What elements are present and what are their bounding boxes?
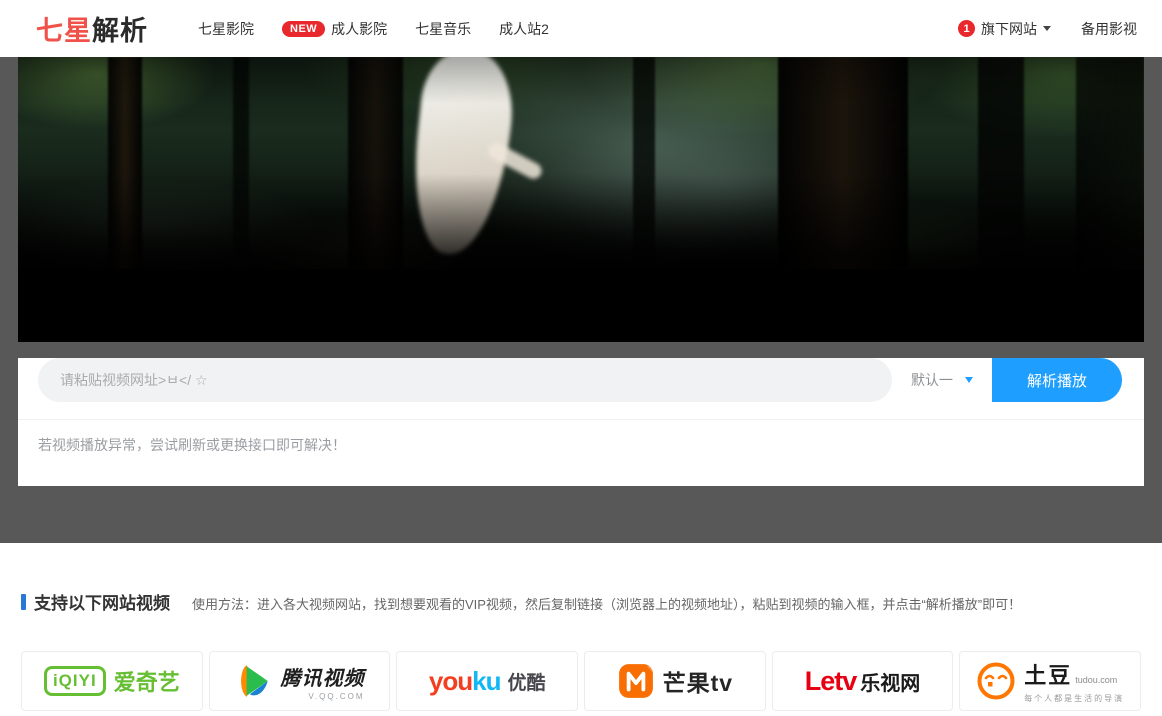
tencent-video-domain-text: V.QQ.COM	[308, 692, 364, 701]
tudou-domain-text: tudou.com	[1075, 675, 1117, 685]
playback-tip-text: 若视频播放异常，尝试刷新或更换接口即可解决！	[18, 420, 1144, 455]
nav-item-qixing-music[interactable]: 七星音乐	[415, 19, 471, 39]
nav-item-adult-site2[interactable]: 成人站2	[499, 19, 549, 39]
tree-trunk	[233, 57, 249, 269]
letv-logo-text: 乐视网	[860, 667, 920, 696]
iqiyi-logo-text: 爱奇艺	[114, 665, 180, 697]
parse-card: 默认一 解析播放 若视频播放异常，尝试刷新或更换接口即可解决！	[18, 358, 1144, 486]
backup-site-link[interactable]: 备用影视	[1081, 19, 1137, 39]
site-card-letv[interactable]: Letv 乐视网	[772, 651, 954, 711]
white-robed-figure-arm	[486, 140, 545, 181]
letv-wordmark: Letv	[805, 666, 857, 697]
tree-trunk	[108, 57, 142, 269]
nav-item-qixing-cinema[interactable]: 七星影院	[198, 19, 254, 39]
site-card-iqiyi[interactable]: iQIYI 爱奇艺	[21, 651, 203, 711]
header-right: 1 旗下网站 备用影视	[928, 19, 1137, 39]
nav-label: 成人影院	[331, 19, 387, 39]
parse-play-button[interactable]: 解析播放	[992, 358, 1122, 402]
site-card-mgtv[interactable]: 芒果tv	[584, 651, 766, 711]
nav-item-adult-cinema[interactable]: NEW 成人影院	[282, 19, 387, 39]
new-badge: NEW	[282, 21, 325, 37]
tree-trunk	[978, 57, 1024, 269]
video-frame-forest-scene	[18, 57, 1144, 269]
tencent-video-logo-text: 腾讯视频	[281, 662, 365, 691]
section-title: 支持以下网站视频	[34, 589, 170, 614]
tree-trunk	[348, 57, 403, 269]
notification-count-badge: 1	[958, 20, 975, 37]
mgtv-logo-icon	[617, 662, 655, 700]
mgtv-logo-text: 芒果tv	[663, 664, 733, 698]
white-robed-figure	[405, 57, 518, 259]
backup-label: 备用影视	[1081, 19, 1137, 39]
header: 七星解析 七星影院 NEW 成人影院 七星音乐 成人站2 1 旗下网站 备用影视	[0, 0, 1162, 57]
usage-instructions: 使用方法：进入各大视频网站，找到想要观看的VIP视频，然后复制链接（浏览器上的视…	[192, 594, 1021, 613]
site-logo[interactable]: 七星解析	[36, 9, 148, 48]
youku-logo-text: 优酷	[507, 668, 545, 695]
dropdown-label: 旗下网站	[981, 19, 1037, 39]
tudou-tagline: 每个人都是生活的导演	[1024, 693, 1124, 704]
youku-wordmark: youku	[429, 666, 501, 697]
youku-wordmark-blue: ku	[472, 666, 500, 696]
main-nav: 七星影院 NEW 成人影院 七星音乐 成人站2	[170, 19, 549, 39]
tree-trunk	[778, 57, 908, 269]
chevron-down-icon	[965, 377, 973, 383]
site-logo-row: iQIYI 爱奇艺 腾讯视频 V.QQ.COM youku 优酷	[21, 651, 1141, 711]
supported-sites-section: 支持以下网站视频 使用方法：进入各大视频网站，找到想要观看的VIP视频，然后复制…	[0, 543, 1162, 711]
nav-label: 成人站2	[499, 19, 549, 39]
video-letterbox-bar	[18, 269, 1144, 342]
api-select-value: 默认一	[911, 370, 953, 390]
affiliated-sites-dropdown[interactable]: 1 旗下网站	[958, 19, 1051, 39]
parse-input-row: 默认一 解析播放	[38, 358, 1122, 402]
video-player[interactable]	[18, 57, 1144, 342]
nav-label: 七星影院	[198, 19, 254, 39]
logo-part-dark: 解析	[92, 16, 148, 46]
hero-section: 默认一 解析播放 若视频播放异常，尝试刷新或更换接口即可解决！	[0, 57, 1162, 543]
nav-label: 七星音乐	[415, 19, 471, 39]
section-header: 支持以下网站视频 使用方法：进入各大视频网站，找到想要观看的VIP视频，然后复制…	[21, 589, 1141, 614]
tudou-face-icon	[976, 661, 1016, 701]
logo-part-red: 七星	[36, 16, 92, 46]
section-accent-bar	[21, 594, 26, 610]
tudou-wordmark: 土豆 tudou.com 每个人都是生活的导演	[1024, 658, 1124, 704]
site-card-tencent-video[interactable]: 腾讯视频 V.QQ.COM	[209, 651, 391, 711]
api-select[interactable]: 默认一	[892, 358, 992, 402]
tencent-video-wordmark: 腾讯视频 V.QQ.COM	[281, 662, 365, 701]
youku-wordmark-red: you	[429, 666, 472, 696]
tudou-logo-text: 土豆	[1024, 658, 1072, 690]
tree-trunk	[633, 57, 655, 269]
video-url-input[interactable]	[38, 358, 892, 402]
tencent-video-play-icon	[235, 662, 273, 700]
tree-trunk	[1076, 57, 1144, 269]
site-card-youku[interactable]: youku 优酷	[396, 651, 578, 711]
iqiyi-logo-icon: iQIYI	[44, 666, 106, 696]
site-card-tudou[interactable]: 土豆 tudou.com 每个人都是生活的导演	[959, 651, 1141, 711]
chevron-down-icon	[1043, 26, 1051, 31]
